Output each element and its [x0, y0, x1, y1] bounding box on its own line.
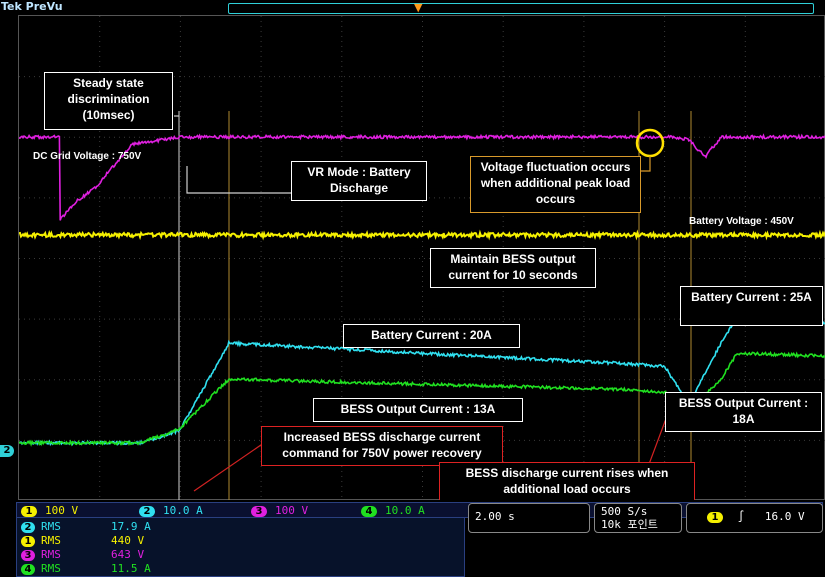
annotation-maintain-output: Maintain BESS output current for 10 seco… — [430, 248, 596, 288]
annotation-current-rises: BESS discharge current rises when additi… — [439, 462, 695, 504]
trigger-arrow-icon: ▼ — [414, 1, 422, 14]
meas-value: 440 V — [111, 534, 144, 547]
mode-text: PreVu — [26, 0, 63, 13]
record-overview-bar[interactable] — [228, 3, 814, 14]
measurement-row: 1 RMS 440 V — [21, 534, 144, 547]
measurement-row: 3 RMS 643 V — [21, 548, 144, 561]
measurement-panel: 2 RMS 17.9 A 1 RMS 440 V 3 RMS 643 V 4 RMS 11.5 … — [16, 517, 465, 577]
meas-label: RMS — [41, 562, 111, 575]
waveform-display: Steady state discrimination (10msec) DC … — [18, 15, 825, 500]
ch4-badge: 4 — [361, 506, 377, 517]
meas-label: RMS — [41, 548, 111, 561]
annotation-dc-grid-voltage: DC Grid Voltage : 750V — [33, 149, 183, 165]
annotation-connector-line — [187, 166, 291, 193]
meas-badge: 3 — [21, 550, 35, 561]
trigger-readout[interactable]: 1 ∫ 16.0 V — [686, 503, 823, 533]
ch2-scale-value: 10.0 A — [163, 504, 203, 517]
brand-text: Tek — [1, 0, 22, 13]
annotation-vr-mode: VR Mode : Battery Discharge — [291, 161, 427, 201]
ch1-scale[interactable]: 1 100 V — [21, 504, 78, 517]
meas-badge: 2 — [21, 522, 35, 533]
status-panel: 1 100 V 2 10.0 A 3 100 V 4 10.0 A 2 RMS 17.9 A… — [16, 500, 825, 577]
ch2-badge: 2 — [139, 506, 155, 517]
annotation-bess-output-13a: BESS Output Current : 13A — [313, 398, 523, 422]
ch1-scale-value: 100 V — [45, 504, 78, 517]
meas-value: 643 V — [111, 548, 144, 561]
trace-battery-voltage — [19, 233, 825, 237]
trigger-level-value: 16.0 V — [765, 510, 805, 523]
meas-value: 17.9 A — [111, 520, 151, 533]
meas-value: 11.5 A — [111, 562, 151, 575]
annotation-increased-command: Increased BESS discharge current command… — [261, 426, 503, 466]
measurement-row: 4 RMS 11.5 A — [21, 562, 151, 575]
annotation-steady-state: Steady state discrimination (10msec) — [44, 72, 173, 130]
ch2-ground-marker-icon[interactable]: 2 — [0, 445, 14, 457]
scope-brand-label: Tek PreVu — [1, 0, 63, 13]
annotation-battery-current-20a: Battery Current : 20A — [343, 324, 520, 348]
ch1-badge: 1 — [21, 506, 37, 517]
annotation-battery-voltage: Battery Voltage : 450V — [689, 214, 825, 230]
ch3-scale[interactable]: 3 100 V — [251, 504, 308, 517]
ch4-scale[interactable]: 4 10.0 A — [361, 504, 425, 517]
meas-label: RMS — [41, 534, 111, 547]
rising-edge-icon: ∫ — [738, 510, 745, 523]
ch3-scale-value: 100 V — [275, 504, 308, 517]
acquisition-readout[interactable]: 500 S/s 10k 포인트 — [594, 503, 682, 533]
annotation-bess-output-18a: BESS Output Current : 18A — [665, 392, 822, 432]
trigger-channel-badge: 1 — [707, 512, 723, 523]
annotation-connector-line — [641, 156, 650, 171]
meas-badge: 1 — [21, 536, 35, 547]
measurement-row: 2 RMS 17.9 A — [21, 520, 151, 533]
ch2-scale[interactable]: 2 10.0 A — [139, 504, 203, 517]
annotation-voltage-fluctuation: Voltage fluctuation occurs when addition… — [470, 156, 641, 213]
sample-rate-value: 500 S/s — [601, 505, 675, 518]
meas-label: RMS — [41, 520, 111, 533]
fluctuation-highlight-circle — [637, 130, 663, 156]
record-length-value: 10k 포인트 — [601, 518, 675, 531]
meas-badge: 4 — [21, 564, 35, 575]
timebase-readout[interactable]: 2.00 s — [468, 503, 590, 533]
ch4-scale-value: 10.0 A — [385, 504, 425, 517]
ch3-badge: 3 — [251, 506, 267, 517]
annotation-battery-current-25a: Battery Current : 25A — [680, 286, 823, 326]
